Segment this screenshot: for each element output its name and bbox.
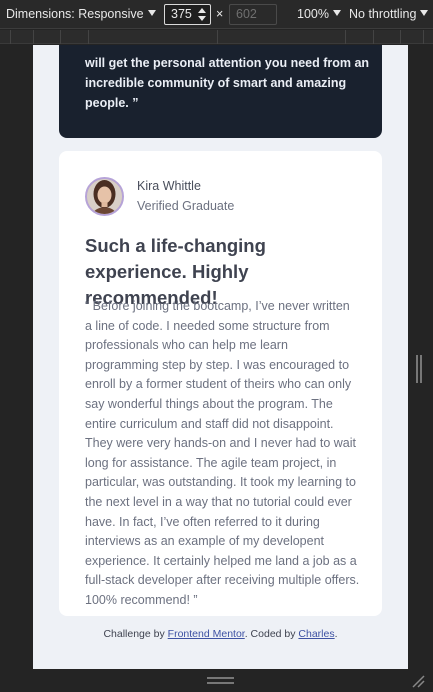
frontend-mentor-link[interactable]: Frontend Mentor (168, 628, 245, 640)
dimensions-label: Dimensions: Responsive (6, 7, 144, 21)
stepper-icon[interactable] (198, 7, 207, 22)
resize-handle-bottom[interactable] (207, 677, 234, 684)
chevron-down-icon (332, 10, 341, 16)
testimonial-card-previous: will get the personal attention you need… (59, 45, 382, 138)
previous-quote-text: will get the personal attention you need… (85, 56, 370, 110)
resize-corner-icon[interactable] (411, 674, 425, 688)
author-role: Verified Graduate (137, 199, 235, 213)
zoom-dropdown[interactable]: 100% (297, 7, 341, 21)
attribution-middle: . Coded by (244, 628, 299, 640)
attribution-prefix: Challenge by (103, 628, 168, 640)
device-toolbar: Dimensions: Responsive 375 × 602 100% No… (0, 0, 433, 29)
author-link[interactable]: Charles (298, 628, 334, 640)
zoom-value: 100% (297, 7, 329, 21)
height-input[interactable]: 602 (229, 4, 277, 25)
attribution: Challenge by Frontend Mentor. Coded by C… (33, 628, 408, 640)
avatar (85, 177, 124, 216)
width-input[interactable]: 375 (164, 4, 211, 25)
throttling-dropdown[interactable]: No throttling (349, 7, 429, 21)
page-viewport: will get the personal attention you need… (33, 45, 408, 669)
attribution-suffix: . (334, 628, 338, 640)
chevron-down-icon (147, 10, 156, 16)
height-placeholder: 602 (236, 7, 257, 21)
dimensions-dropdown[interactable]: Dimensions: Responsive (6, 7, 156, 21)
throttling-value: No throttling (349, 7, 417, 21)
testimonial-quote: “ Before joining the bootcamp, I’ve neve… (85, 299, 360, 607)
width-value: 375 (171, 7, 192, 21)
author-name: Kira Whittle (137, 179, 201, 193)
media-query-ruler[interactable] (0, 30, 433, 44)
device-stage: will get the personal attention you need… (0, 45, 433, 692)
testimonial-card: Kira Whittle Verified Graduate Such a li… (59, 151, 382, 616)
resize-handle-right[interactable] (416, 355, 422, 383)
times-sign: × (216, 7, 224, 21)
chevron-down-icon (420, 10, 429, 16)
